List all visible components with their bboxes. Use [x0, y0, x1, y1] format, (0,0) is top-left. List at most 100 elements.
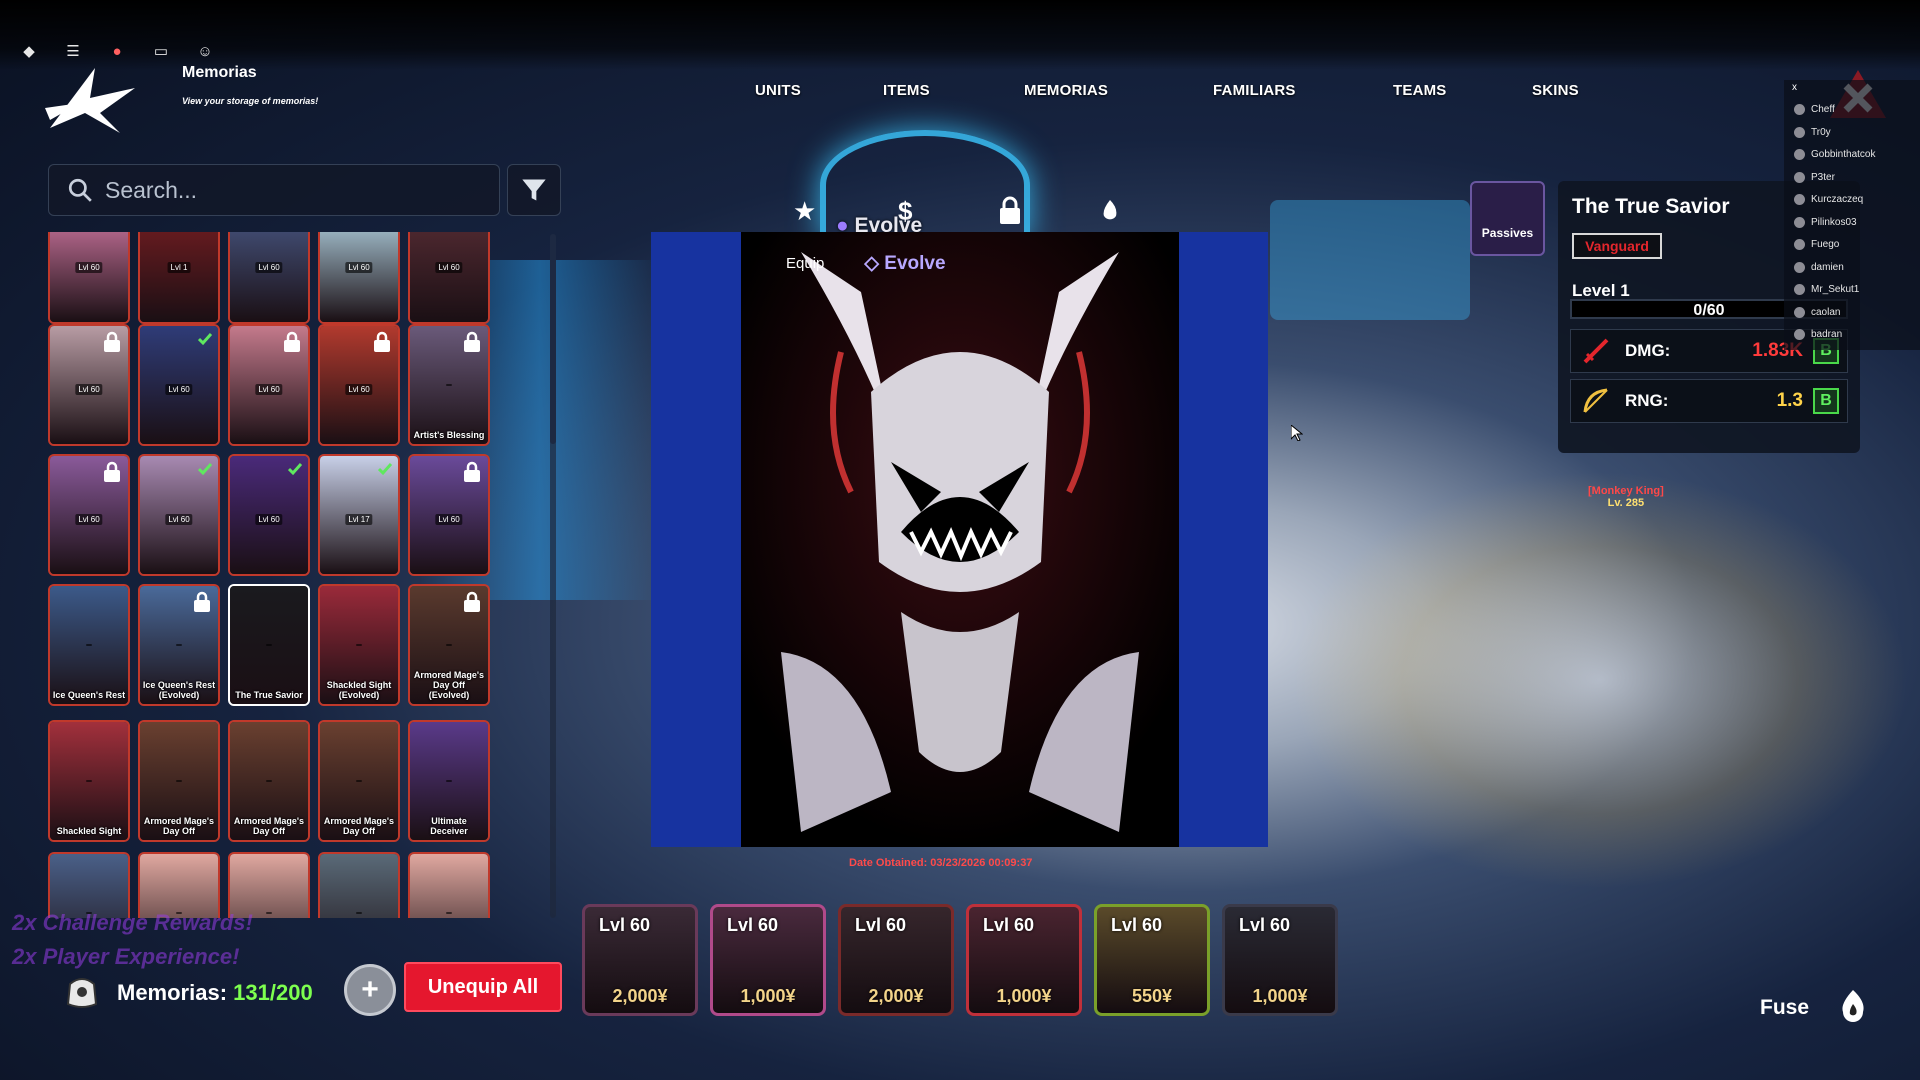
player-list-item[interactable]: Cheff	[1794, 104, 1835, 115]
memoria-card[interactable]	[318, 852, 400, 918]
unequip-all-button[interactable]: Unequip All	[404, 962, 562, 1012]
tab-evolve[interactable]: ◇ Evolve	[864, 252, 945, 275]
memoria-card[interactable]: Ultimate Deceiver	[408, 720, 490, 842]
add-slot-button[interactable]: +	[344, 964, 396, 1016]
player-list-item[interactable]: Gobbinthatcok	[1794, 149, 1876, 160]
memoria-card[interactable]: Lvl 60	[138, 454, 220, 576]
memoria-card-art	[140, 232, 218, 322]
tab-skins[interactable]: SKINS	[1532, 82, 1579, 104]
memoria-card[interactable]	[138, 852, 220, 918]
team-unit-slot[interactable]: Lvl 60 2,000¥	[838, 904, 954, 1016]
memoria-card[interactable]	[48, 852, 130, 918]
memoria-card-name: Shackled Sight (Evolved)	[326, 680, 392, 700]
lock-icon[interactable]	[998, 196, 1022, 226]
memoria-card-name: Armored Mage's Day Off	[323, 816, 395, 836]
search-input[interactable]: Search...	[105, 177, 197, 204]
player-list-close[interactable]: x	[1792, 82, 1797, 93]
team-unit-slot[interactable]: Lvl 60 550¥	[1094, 904, 1210, 1016]
search-bar[interactable]: Search...	[48, 164, 500, 216]
memoria-card[interactable]: Shackled Sight (Evolved)	[318, 584, 400, 706]
unit-level: Lvl 60	[727, 915, 779, 935]
memoria-card-art	[410, 854, 488, 918]
roblox-icon[interactable]: ◆	[18, 40, 40, 62]
memoria-card[interactable]: The True Savior	[228, 584, 310, 706]
fuse-fire-icon[interactable]	[1838, 990, 1868, 1024]
memoria-card-level: Lvl 60	[75, 384, 103, 395]
memoria-card-level	[86, 644, 92, 646]
tab-items[interactable]: ITEMS	[883, 82, 930, 104]
player-list-item[interactable]: badran	[1794, 329, 1842, 340]
memoria-card[interactable]: Lvl 60	[318, 324, 400, 446]
profile-icon[interactable]: ☺	[194, 40, 216, 62]
team-unit-slot[interactable]: Lvl 60 2,000¥	[582, 904, 698, 1016]
memoria-card[interactable]: Lvl 60	[318, 232, 400, 324]
team-unit-slot[interactable]: Lvl 60 1,000¥	[710, 904, 826, 1016]
player-list-item[interactable]: Kurczaczeq	[1794, 194, 1863, 205]
lock-icon[interactable]	[280, 330, 304, 354]
player-list-item[interactable]: P3ter	[1794, 171, 1835, 183]
memoria-card[interactable]: Lvl 1	[138, 232, 220, 324]
memoria-card[interactable]: Lvl 60	[228, 454, 310, 576]
lock-icon[interactable]	[190, 590, 214, 614]
tab-equip[interactable]: Equip	[786, 255, 824, 272]
memoria-card[interactable]: Armored Mage's Day Off	[228, 720, 310, 842]
player-list-item[interactable]: caolan	[1794, 306, 1841, 318]
demon-mask-art	[741, 232, 1179, 847]
top-bar	[0, 0, 1920, 70]
player-list-item[interactable]: damien	[1794, 261, 1844, 273]
chat-icon[interactable]: ▭	[150, 40, 172, 62]
grid-scrollbar-thumb[interactable]	[550, 234, 556, 444]
fire-icon[interactable]	[1100, 200, 1120, 230]
player-name: Fuego	[1811, 239, 1840, 250]
memoria-card[interactable]: Lvl 60	[48, 232, 130, 324]
memoria-card[interactable]: Lvl 17	[318, 454, 400, 576]
memoria-card[interactable]: Ice Queen's Rest	[48, 584, 130, 706]
player-name: Mr_Sekut1	[1811, 284, 1860, 295]
player-list-item[interactable]: Fuego	[1794, 239, 1839, 250]
memoria-card[interactable]	[408, 852, 490, 918]
memoria-card[interactable]: Armored Mage's Day Off	[138, 720, 220, 842]
memoria-card[interactable]	[228, 852, 310, 918]
star-icon[interactable]: ★	[793, 196, 816, 226]
unit-level: Lvl 60	[1239, 915, 1291, 935]
player-name: caolan	[1811, 306, 1841, 318]
memoria-card[interactable]: Lvl 60	[228, 232, 310, 324]
player-list-item[interactable]: Tr0y	[1794, 126, 1831, 138]
lock-icon[interactable]	[460, 460, 484, 484]
memoria-card[interactable]: Lvl 60	[48, 324, 130, 446]
memoria-grid: Lvl 60 Lvl 1 Lvl 60 Lvl 60 Lvl 60 Lvl 60 Lvl 6…	[48, 232, 496, 918]
tab-familiars[interactable]: FAMILIARS	[1213, 82, 1296, 104]
memoria-card[interactable]: Ice Queen's Rest (Evolved)	[138, 584, 220, 706]
memoria-card[interactable]: Lvl 60	[408, 454, 490, 576]
memoria-card-name: Artist's Blessing	[413, 430, 485, 440]
team-unit-slot[interactable]: Lvl 60 1,000¥	[966, 904, 1082, 1016]
memoria-card-level	[356, 912, 362, 914]
tab-units[interactable]: UNITS	[755, 82, 801, 104]
memoria-card[interactable]: Lvl 60	[408, 232, 490, 324]
passives-button[interactable]: Passives	[1470, 181, 1545, 256]
player-list-item[interactable]: Pilinkos03	[1794, 216, 1857, 228]
lock-icon[interactable]	[460, 590, 484, 614]
memoria-card[interactable]: Armored Mage's Day Off (Evolved)	[408, 584, 490, 706]
fuse-button[interactable]: Fuse	[1760, 996, 1809, 1020]
tab-teams[interactable]: TEAMS	[1393, 82, 1447, 104]
memoria-card[interactable]: Lvl 60	[48, 454, 130, 576]
lock-icon[interactable]	[460, 330, 484, 354]
player-list-item[interactable]: Mr_Sekut1	[1794, 284, 1859, 295]
tab-memorias[interactable]: MEMORIAS	[1024, 82, 1108, 104]
player-avatar-icon	[1794, 104, 1805, 115]
memoria-card[interactable]: Lvl 60	[138, 324, 220, 446]
memoria-card[interactable]: Shackled Sight	[48, 720, 130, 842]
unit-cost: 550¥	[1131, 986, 1173, 1006]
memoria-card-name: Armored Mage's Day Off	[143, 816, 215, 836]
team-unit-slot[interactable]: Lvl 60 1,000¥	[1222, 904, 1338, 1016]
stat-rng-value: 1.3	[1776, 390, 1803, 411]
memoria-card[interactable]: Armored Mage's Day Off	[318, 720, 400, 842]
lock-icon[interactable]	[100, 330, 124, 354]
memoria-card[interactable]: Artist's Blessing	[408, 324, 490, 446]
lock-icon[interactable]	[370, 330, 394, 354]
memoria-card[interactable]: Lvl 60	[228, 324, 310, 446]
filter-button[interactable]	[507, 164, 561, 216]
lock-icon[interactable]	[100, 460, 124, 484]
player-name: Cheff	[1811, 104, 1835, 115]
